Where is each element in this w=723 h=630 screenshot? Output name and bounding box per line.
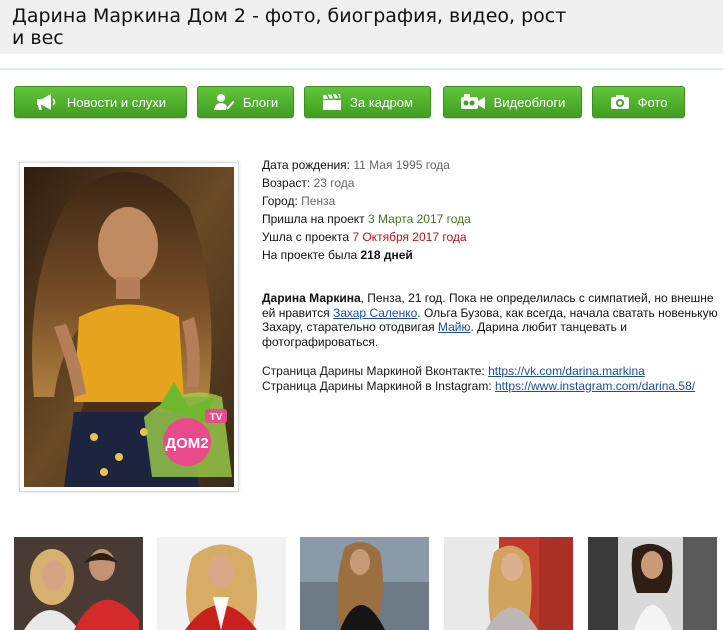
city-row: Город: Пенза — [262, 192, 722, 210]
nav-news-button[interactable]: Новости и слухи — [14, 86, 187, 118]
bio-link-zakhar[interactable]: Захар Саленко — [333, 306, 417, 320]
days-label: На проекте была — [262, 248, 358, 262]
instagram-label: Страница Дарины Маркиной в Instagram: — [262, 378, 495, 393]
vk-row: Страница Дарины Маркиной Вконтакте: http… — [262, 364, 723, 379]
photo-camera-icon — [610, 94, 630, 110]
user-pen-icon — [213, 93, 235, 111]
nav-photo-label: Фото — [637, 94, 668, 110]
clapperboard-icon — [322, 93, 342, 111]
age-row: Возраст: 23 года — [262, 174, 722, 192]
left-row: Ушла с проекта 7 Октября 2017 года — [262, 228, 722, 246]
left-label: Ушла с проекта — [262, 230, 349, 244]
header-divider — [0, 68, 723, 70]
nav-behind-scenes-label: За кадром — [350, 94, 413, 110]
dom2-logo-tv: TV — [210, 412, 223, 423]
photo-gallery — [0, 537, 723, 630]
page-header: Дарина Маркина Дом 2 - фото, биография, … — [0, 0, 723, 54]
instagram-row: Страница Дарины Маркиной в Instagram: ht… — [262, 379, 723, 394]
video-camera-icon — [460, 93, 486, 111]
gallery-thumbnail[interactable] — [588, 537, 717, 630]
nav-photo-button[interactable]: Фото — [592, 86, 685, 118]
gallery-thumbnail[interactable] — [14, 537, 143, 630]
birth-value: 11 Мая 1995 года — [353, 158, 450, 172]
gallery-thumbnail[interactable] — [300, 537, 429, 630]
age-value: 23 года — [313, 176, 355, 190]
vk-label: Страница Дарины Маркиной Вконтакте: — [262, 364, 489, 378]
megaphone-icon — [35, 93, 59, 111]
nav-videoblogs-button[interactable]: Видеоблоги — [443, 86, 582, 118]
birth-row: Дата рождения: 11 Мая 1995 года — [262, 156, 722, 174]
nav-behind-scenes-button[interactable]: За кадром — [304, 86, 431, 118]
birth-label: Дата рождения: — [262, 158, 350, 172]
gallery-thumbnail[interactable] — [157, 537, 286, 630]
nav-videoblogs-label: Видеоблоги — [493, 94, 566, 110]
days-value: 218 дней — [360, 248, 413, 262]
profile-info: Дата рождения: 11 Мая 1995 года Возраст:… — [262, 156, 722, 264]
bio-link-maya[interactable]: Майю — [438, 320, 471, 334]
age-label: Возраст: — [262, 176, 311, 190]
joined-label: Пришла на проект — [262, 212, 365, 226]
joined-value: 3 Марта 2017 года — [368, 212, 471, 226]
section-nav: Новости и слухи Блоги За кадром Видеобло… — [0, 86, 723, 118]
profile-photo[interactable]: ДОМ2 TV — [24, 167, 234, 487]
nav-blogs-label: Блоги — [242, 94, 279, 110]
profile-photo-frame: ДОМ2 TV — [19, 162, 239, 492]
gallery-thumbnail[interactable] — [444, 537, 573, 630]
bio-text: Дарина Маркина, Пенза, 21 год. Пока не о… — [262, 291, 723, 349]
social-links: Страница Дарины Маркиной Вконтакте: http… — [262, 364, 723, 393]
nav-news-label: Новости и слухи — [66, 94, 167, 110]
joined-row: Пришла на проект 3 Марта 2017 года — [262, 210, 722, 228]
vk-link[interactable]: https://vk.com/darina.markina — [488, 364, 645, 378]
nav-blogs-button[interactable]: Блоги — [197, 86, 294, 118]
dom2-logo-text: ДОМ2 — [165, 435, 208, 452]
city-label: Город: — [262, 194, 298, 208]
left-value: 7 Октября 2017 года — [352, 230, 467, 244]
city-value: Пенза — [301, 194, 336, 208]
bio-name: Дарина Маркина — [262, 291, 361, 305]
page-title: Дарина Маркина Дом 2 - фото, биография, … — [12, 5, 567, 49]
days-row: На проекте была 218 дней — [262, 246, 722, 264]
instagram-link[interactable]: https://www.instagram.com/darina.58/ — [495, 379, 695, 393]
